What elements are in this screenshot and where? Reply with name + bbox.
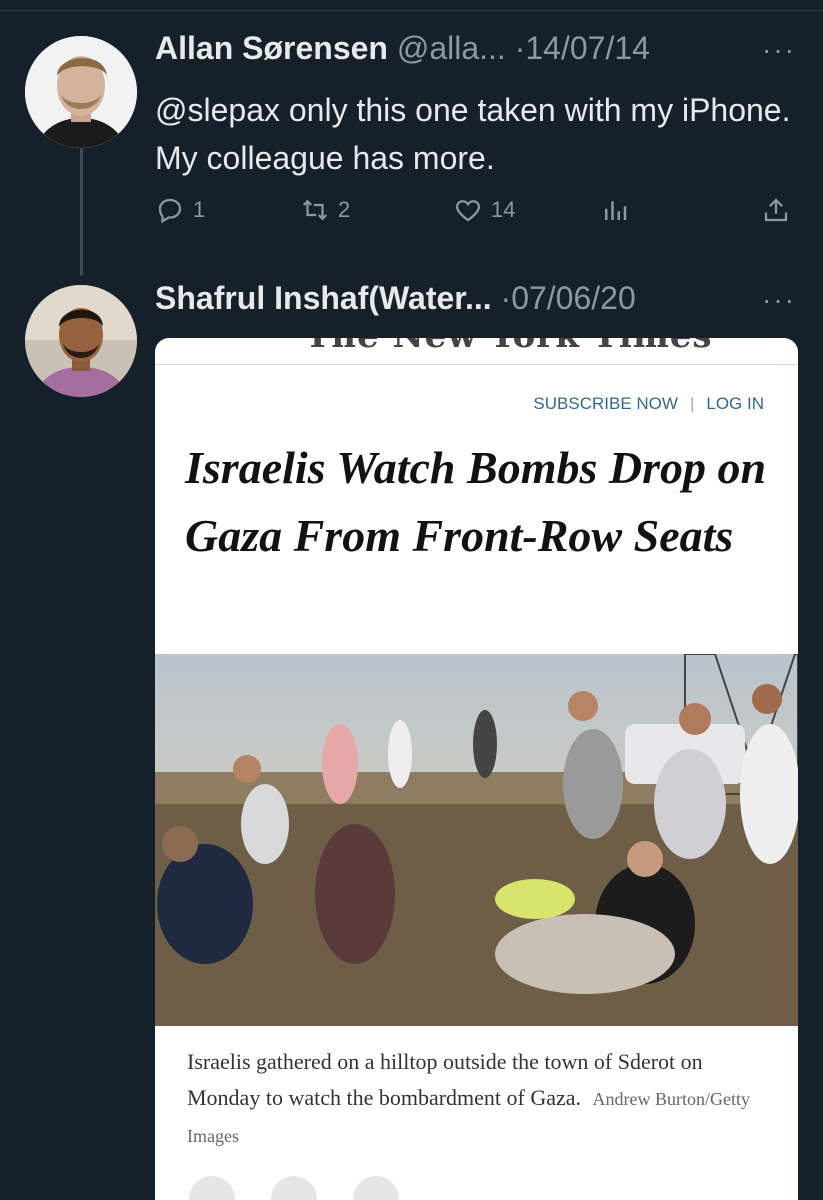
thread-connector [80, 148, 83, 276]
more-options-icon[interactable]: ··· [762, 34, 796, 66]
heart-icon [455, 200, 481, 222]
reply-icon [158, 198, 182, 224]
retweet-icon [302, 199, 328, 221]
user-handle[interactable]: @alla... [397, 30, 506, 66]
user-photo-icon [25, 36, 137, 148]
divider [155, 364, 798, 365]
separator-dot: · [500, 280, 512, 316]
analytics-button[interactable] [600, 195, 630, 225]
user-photo-icon [25, 285, 137, 397]
share-circle-icon[interactable] [189, 1176, 235, 1200]
article-photo [155, 654, 798, 1026]
separator: | [689, 394, 695, 413]
subscribe-link[interactable]: SUBSCRIBE NOW [533, 394, 678, 414]
share-icons-row [189, 1176, 399, 1200]
photo-caption: Israelis gathered on a hilltop outside t… [187, 1044, 777, 1154]
retweet-count: 2 [338, 197, 351, 222]
avatar[interactable] [25, 285, 137, 397]
top-divider [0, 10, 823, 11]
share-circle-icon[interactable] [353, 1176, 399, 1200]
avatar[interactable] [25, 36, 137, 148]
tweet-text: @slepax only this one taken with my iPho… [155, 92, 791, 176]
reply-button[interactable]: 1 [155, 195, 205, 225]
like-count: 14 [491, 197, 516, 222]
reply-count: 1 [193, 197, 206, 222]
masthead: The New York Times [305, 338, 713, 356]
share-button[interactable] [761, 195, 791, 225]
like-button[interactable]: 14 [453, 195, 515, 225]
tweet-actions: 1 2 14 [155, 195, 795, 235]
display-name[interactable]: Shafrul Inshaf(Water... [155, 280, 492, 316]
login-link[interactable]: LOG IN [706, 394, 764, 414]
more-options-icon[interactable]: ··· [762, 284, 796, 316]
retweet-button[interactable]: 2 [300, 195, 350, 225]
tweet-date[interactable]: 07/06/20 [511, 280, 636, 316]
display-name[interactable]: Allan Sørensen [155, 30, 388, 66]
tweet-header: Allan Sørensen @alla... ·14/07/14 [155, 30, 650, 67]
attached-image[interactable]: The New York Times SUBSCRIBE NOW | LOG I… [155, 338, 798, 1200]
share-icon [764, 198, 788, 222]
share-circle-icon[interactable] [271, 1176, 317, 1200]
tweet-date[interactable]: 14/07/14 [525, 30, 650, 66]
subscribe-bar: SUBSCRIBE NOW | LOG IN [533, 394, 764, 414]
separator-dot: · [514, 30, 526, 66]
masthead-fragment: The New York Times [155, 338, 798, 360]
analytics-icon [605, 201, 627, 220]
article-headline: Israelis Watch Bombs Drop on Gaza From F… [185, 442, 767, 561]
tweet-header: Shafrul Inshaf(Water... ·07/06/20 [155, 280, 636, 317]
